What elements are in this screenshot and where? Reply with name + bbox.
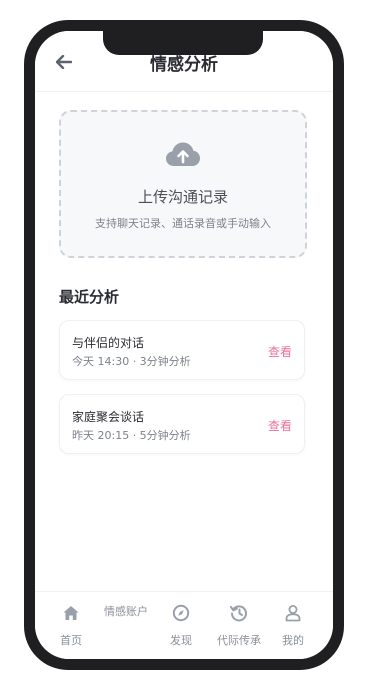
recent-analysis-heading: 最近分析 [59, 288, 120, 306]
analysis-card[interactable]: 家庭聚会谈话 昨天 20:15 · 5分钟分析 查看 [59, 394, 305, 454]
emotion-account-label[interactable]: 情感账户 [104, 603, 148, 619]
upload-subtitle: 支持聊天记录、通话录音或手动输入 [95, 217, 271, 230]
view-button[interactable]: 查看 [268, 417, 292, 434]
app-screen: 情感分析 上传沟通记录 支持聊天记录、通话录音或手动输入 最近分析 与伴侣的对话… [35, 31, 333, 659]
tab-discover[interactable]: 发现 [161, 592, 201, 659]
bottom-tab-bar: 首页 发现 代际传承 我的 [35, 591, 333, 659]
device-notch [103, 31, 263, 55]
analysis-title: 家庭聚会谈话 [72, 410, 145, 424]
compass-icon [172, 604, 190, 622]
tab-label-profile: 我的 [282, 634, 304, 647]
tab-home[interactable]: 首页 [49, 592, 93, 659]
analysis-card[interactable]: 与伴侣的对话 今天 14:30 · 3分钟分析 查看 [59, 320, 305, 380]
analysis-meta: 今天 14:30 · 3分钟分析 [72, 355, 191, 368]
tab-profile[interactable]: 我的 [275, 592, 311, 659]
tab-legacy[interactable]: 代际传承 [211, 592, 267, 659]
cloud-upload-icon [166, 142, 200, 166]
analysis-meta: 昨天 20:15 · 5分钟分析 [72, 429, 191, 442]
user-icon [285, 605, 301, 622]
tab-label-legacy: 代际传承 [217, 634, 261, 647]
upload-title: 上传沟通记录 [137, 188, 228, 206]
upload-dropzone[interactable]: 上传沟通记录 支持聊天记录、通话录音或手动输入 [59, 110, 307, 258]
home-icon [63, 606, 79, 620]
tab-label-home: 首页 [60, 634, 82, 647]
phone-frame: 情感分析 上传沟通记录 支持聊天记录、通话录音或手动输入 最近分析 与伴侣的对话… [24, 20, 344, 670]
history-icon [230, 605, 247, 622]
analysis-title: 与伴侣的对话 [72, 336, 145, 350]
view-button[interactable]: 查看 [268, 343, 292, 360]
tab-label-discover: 发现 [170, 634, 192, 647]
